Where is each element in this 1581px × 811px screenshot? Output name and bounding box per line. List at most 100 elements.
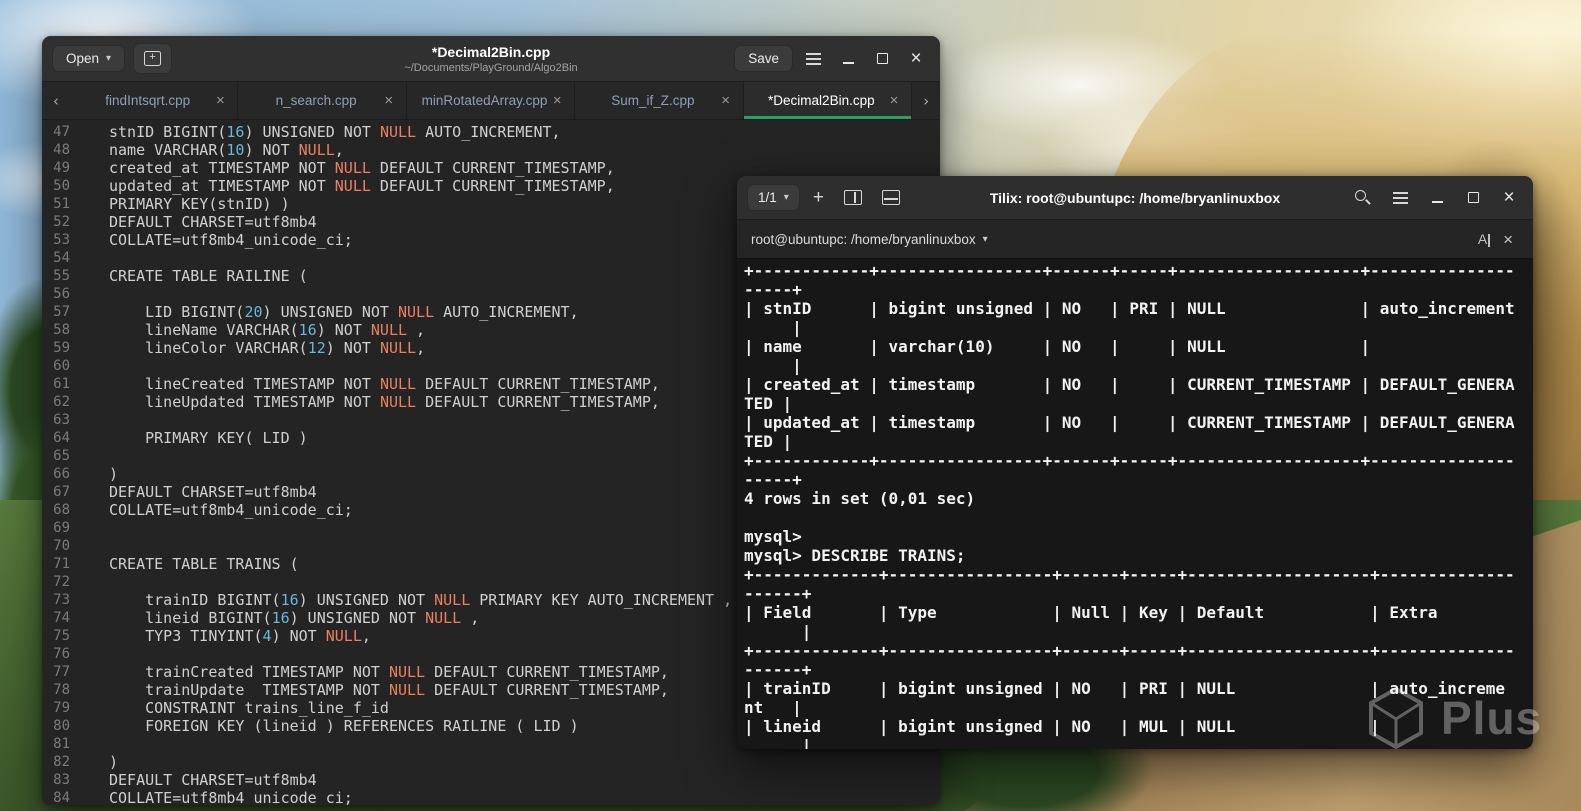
plus-icon: + [812, 187, 824, 208]
editor-tab[interactable]: n_search.cpp × [238, 82, 407, 119]
terminal-window: 1/1 ▾ + Tilix: root@ubuntupc: /home/brya… [737, 176, 1533, 749]
code-text: trainUpdate TIMESTAMP NOT NULL DEFAULT C… [109, 681, 669, 699]
code-text: stnID BIGINT(16) UNSIGNED NOT NULL AUTO_… [109, 123, 561, 141]
terminal-line: -----+ [744, 280, 802, 299]
code-text: DEFAULT CHARSET=utf8mb4 [109, 771, 317, 789]
line-number: 51 [53, 196, 70, 212]
search-button[interactable] [1347, 184, 1378, 211]
line-number: 83 [53, 772, 70, 788]
new-tab-icon [144, 51, 162, 66]
code-text: DEFAULT CHARSET=utf8mb4 [109, 483, 317, 501]
line-number: 82 [53, 754, 70, 770]
open-button[interactable]: Open ▾ [52, 44, 126, 73]
editor-title-block: *Decimal2Bin.cpp ~/Documents/PlayGround/… [404, 44, 577, 74]
hamburger-menu-icon [806, 57, 821, 60]
code-line: 83 DEFAULT CHARSET=utf8mb4 [42, 771, 940, 789]
maximize-icon [1467, 192, 1479, 203]
terminal-line: ------+ [744, 584, 812, 603]
terminal-close-button[interactable]: × [1495, 184, 1523, 212]
line-number: 56 [53, 286, 70, 302]
editor-tab-strip: findIntsqrt.cpp × n_search.cpp × minRotatedA… [70, 82, 912, 119]
line-number: 77 [53, 664, 70, 680]
terminal-line: | [744, 736, 812, 749]
tab-close-icon[interactable]: × [548, 92, 566, 109]
editor-tab[interactable]: Sum_if_Z.cpp × [575, 82, 744, 119]
terminal-menu-button[interactable] [1386, 192, 1415, 204]
terminal-line: -----+ [744, 470, 802, 489]
maximize-button[interactable] [868, 45, 896, 73]
tab-close-icon[interactable]: × [211, 92, 229, 109]
code-text: COLLATE=utf8mb4_unicode_ci; [109, 789, 353, 805]
code-text: name VARCHAR(10) NOT NULL, [109, 141, 344, 159]
tab-close-icon[interactable]: × [380, 92, 398, 109]
terminal-line: | stnID | bigint unsigned | NO | PRI | N… [744, 299, 1515, 318]
line-number: 67 [53, 484, 70, 500]
line-number: 71 [53, 556, 70, 572]
terminal-line: | [744, 356, 802, 375]
tab-close-icon[interactable]: × [717, 92, 735, 109]
editor-tab[interactable]: minRotatedArray.cpp × [407, 82, 576, 119]
code-text: lineCreated TIMESTAMP NOT NULL DEFAULT C… [109, 375, 660, 393]
code-text: LID BIGINT(20) UNSIGNED NOT NULL AUTO_IN… [109, 303, 579, 321]
open-button-label: Open [66, 50, 100, 66]
minimize-icon [842, 61, 854, 64]
line-number: 60 [53, 358, 70, 374]
scroll-tabs-right-button[interactable]: › [912, 82, 940, 119]
tab-close-icon[interactable]: × [885, 92, 903, 109]
minimize-icon [1431, 200, 1443, 203]
line-number: 79 [53, 700, 70, 716]
line-number: 58 [53, 322, 70, 338]
terminal-headerbar: 1/1 ▾ + Tilix: root@ubuntupc: /home/brya… [737, 176, 1533, 220]
primary-menu-button[interactable] [799, 53, 828, 65]
new-session-button[interactable]: + [806, 183, 831, 212]
line-number: 66 [53, 466, 70, 482]
editor-window-title: *Decimal2Bin.cpp [431, 43, 551, 60]
terminal-line: | Field | Type | Null | Key | Default | … [744, 603, 1438, 622]
minimize-button[interactable] [834, 45, 862, 73]
terminal-line: mysql> DESCRIBE TRAINS; [744, 546, 966, 565]
editor-headerbar: Open ▾ *Decimal2Bin.cpp ~/Documents/Play… [42, 36, 940, 82]
line-number: 75 [53, 628, 70, 644]
code-text: created_at TIMESTAMP NOT NULL DEFAULT CU… [109, 159, 615, 177]
code-text: CREATE TABLE TRAINS ( [109, 555, 299, 573]
terminal-line: nt | [744, 698, 802, 717]
text-cursor-icon[interactable]: A [1478, 231, 1491, 247]
terminal-line: | [744, 318, 802, 337]
terminal-line: | created_at | timestamp | NO | | CURREN… [744, 375, 1515, 394]
editor-window-subtitle: ~/Documents/PlayGround/Algo2Bin [404, 61, 578, 74]
session-switcher-button[interactable]: 1/1 ▾ [747, 183, 800, 212]
code-text: lineColor VARCHAR(12) NOT NULL, [109, 339, 426, 357]
terminal-line: ------+ [744, 660, 812, 679]
split-terminal-down-icon [881, 190, 900, 205]
code-text: TYP3 TINYINT(4) NOT NULL, [109, 627, 371, 645]
editor-tab[interactable]: findIntsqrt.cpp × [70, 82, 239, 119]
terminal-line: +------------+-----------------+------+-… [744, 261, 1515, 280]
line-number: 76 [53, 646, 70, 662]
terminal-line: +-------------+-----------------+------+… [744, 565, 1515, 584]
code-text: DEFAULT CHARSET=utf8mb4 [109, 213, 317, 231]
terminal-minimize-button[interactable] [1423, 184, 1451, 212]
save-button[interactable]: Save [734, 44, 793, 73]
editor-tab-label: *Decimal2Bin.cpp [768, 93, 875, 108]
terminal-session-bar[interactable]: root@ubuntupc: /home/bryanlinuxbox ▾ A × [737, 220, 1533, 259]
save-button-label: Save [748, 50, 779, 66]
scroll-tabs-left-button[interactable]: ‹ [42, 82, 70, 119]
split-terminal-right-button[interactable] [837, 185, 869, 210]
close-button[interactable]: × [902, 45, 930, 73]
terminal-output[interactable]: +------------+-----------------+------+-… [737, 259, 1533, 749]
terminal-maximize-button[interactable] [1459, 184, 1487, 212]
chevron-down-icon: ▾ [106, 52, 112, 64]
terminal-line: mysql> [744, 527, 812, 546]
code-text: PRIMARY KEY( LID ) [109, 429, 308, 447]
split-terminal-down-button[interactable] [875, 185, 907, 210]
new-tab-button[interactable] [133, 43, 173, 74]
line-number: 47 [53, 124, 70, 140]
close-terminal-button[interactable]: × [1497, 230, 1519, 249]
editor-tab[interactable]: *Decimal2Bin.cpp × [743, 82, 912, 119]
